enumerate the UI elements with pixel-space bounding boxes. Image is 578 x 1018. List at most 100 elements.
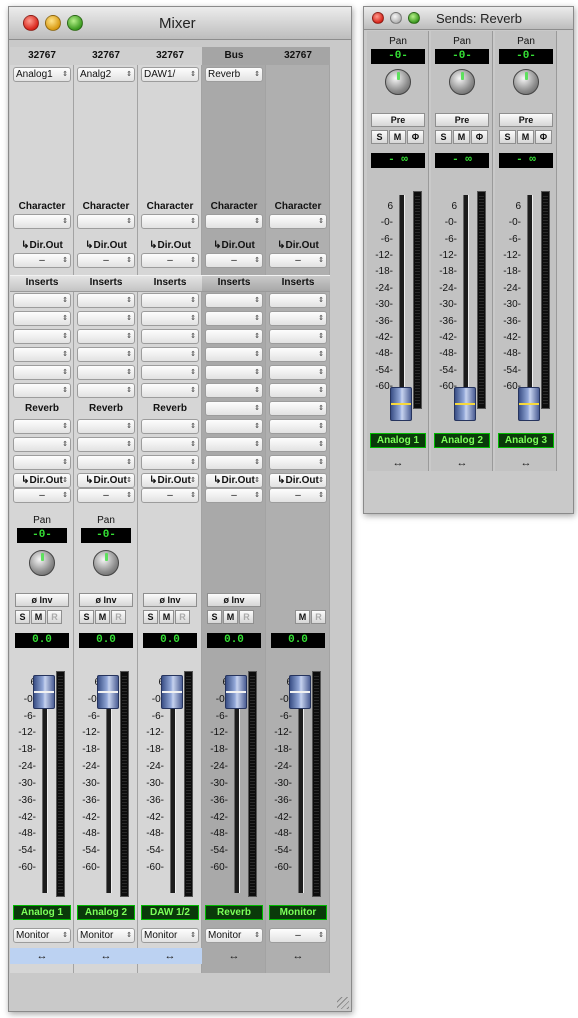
input-selector[interactable]: Analg2 ⇕ [77, 67, 135, 82]
pre-button[interactable]: Pre [499, 113, 553, 127]
stereo-link-icon[interactable]: ↔ [266, 948, 330, 964]
insert-slot[interactable]: ⇕ [77, 329, 135, 344]
solo-button[interactable]: S [79, 610, 94, 624]
resize-grip[interactable] [337, 997, 349, 1009]
send-slot[interactable]: ⇕ [77, 419, 135, 434]
insert-slot[interactable]: ⇕ [77, 347, 135, 362]
mute-button[interactable]: M [453, 130, 470, 144]
mute-button[interactable]: M [517, 130, 534, 144]
insert-slot[interactable]: ⇕ [269, 365, 327, 380]
send-slot[interactable]: ⇕ [13, 437, 71, 452]
send-slot[interactable]: ⇕ [205, 455, 263, 470]
insert-slot[interactable]: ⇕ [141, 311, 199, 326]
sends-zoom-button[interactable] [408, 12, 420, 24]
send-slot[interactable]: ⇕ [141, 455, 199, 470]
solo-button[interactable]: S [435, 130, 452, 144]
rec-button[interactable]: R [175, 610, 190, 624]
monitor-selector[interactable]: Monitor ⇕ [205, 928, 263, 943]
send-fader[interactable] [518, 387, 540, 421]
insert-slot[interactable]: ⇕ [205, 365, 263, 380]
stereo-link-icon[interactable]: ↔ [74, 948, 138, 964]
dirout-selector[interactable]: – ⇕ [13, 488, 71, 503]
insert-slot[interactable]: ⇕ [141, 383, 199, 398]
dirout-selector[interactable]: – ⇕ [269, 488, 327, 503]
insert-slot[interactable]: ⇕ [141, 329, 199, 344]
volume-fader[interactable] [97, 675, 119, 709]
phase-button[interactable]: Φ [407, 130, 424, 144]
insert-slot[interactable]: ⇕ [269, 383, 327, 398]
insert-slot[interactable]: ⇕ [269, 347, 327, 362]
insert-slot[interactable]: ⇕ [205, 311, 263, 326]
rec-button[interactable]: R [239, 610, 254, 624]
rec-button[interactable]: R [311, 610, 326, 624]
dirout-selector[interactable]: – ⇕ [205, 253, 263, 268]
send-slot[interactable]: ⇕ [13, 455, 71, 470]
mute-button[interactable]: M [95, 610, 110, 624]
sends-minimize-button[interactable] [390, 12, 402, 24]
pan-knob[interactable] [385, 69, 411, 95]
monitor-selector[interactable]: – ⇕ [269, 928, 327, 943]
phase-invert-button[interactable]: ø Inv [15, 593, 69, 607]
rec-button[interactable]: R [111, 610, 126, 624]
insert-slot[interactable]: ⇕ [205, 383, 263, 398]
send-slot[interactable]: ⇕ [269, 455, 327, 470]
phase-invert-button[interactable]: ø Inv [79, 593, 133, 607]
dirout-selector[interactable]: – ⇕ [141, 253, 199, 268]
input-selector[interactable]: Reverb ⇕ [205, 67, 263, 82]
mute-button[interactable]: M [223, 610, 238, 624]
insert-slot[interactable]: ⇕ [205, 293, 263, 308]
send-slot[interactable]: ⇕ [269, 419, 327, 434]
send-slot[interactable]: ⇕ [205, 437, 263, 452]
volume-fader[interactable] [161, 675, 183, 709]
insert-slot[interactable]: ⇕ [77, 293, 135, 308]
stereo-link-icon[interactable]: ↔ [202, 948, 266, 964]
sends-close-button[interactable] [372, 12, 384, 24]
dirout-selector[interactable]: – ⇕ [269, 253, 327, 268]
send-slot[interactable]: ⇕ [13, 419, 71, 434]
monitor-selector[interactable]: Monitor ⇕ [77, 928, 135, 943]
dirout-selector[interactable]: – ⇕ [77, 488, 135, 503]
insert-slot[interactable]: ⇕ [77, 311, 135, 326]
send-slot[interactable]: ⇕ [205, 419, 263, 434]
character-selector[interactable]: ⇕ [13, 214, 71, 229]
pan-knob[interactable] [93, 550, 119, 576]
stereo-link-icon[interactable]: ↔ [138, 948, 202, 964]
stereo-link-icon[interactable]: ↔ [10, 948, 74, 964]
solo-button[interactable]: S [371, 130, 388, 144]
dirout-selector[interactable]: – ⇕ [141, 488, 199, 503]
send-slot[interactable]: ⇕ [269, 401, 327, 416]
input-selector[interactable]: Analog1 ⇕ [13, 67, 71, 82]
monitor-selector[interactable]: Monitor ⇕ [13, 928, 71, 943]
insert-slot[interactable]: ⇕ [13, 329, 71, 344]
pan-knob[interactable] [513, 69, 539, 95]
pan-knob[interactable] [449, 69, 475, 95]
stereo-link-icon[interactable]: ↔ [495, 455, 557, 471]
solo-button[interactable]: S [15, 610, 30, 624]
mute-button[interactable]: M [159, 610, 174, 624]
insert-slot[interactable]: ⇕ [269, 311, 327, 326]
pan-knob[interactable] [29, 550, 55, 576]
character-selector[interactable]: ⇕ [77, 214, 135, 229]
send-fader[interactable] [454, 387, 476, 421]
mixer-titlebar[interactable]: Mixer [9, 7, 351, 40]
character-selector[interactable]: ⇕ [269, 214, 327, 229]
phase-invert-button[interactable]: ø Inv [207, 593, 261, 607]
send-slot[interactable]: ⇕ [77, 455, 135, 470]
send-slot[interactable]: ⇕ [141, 419, 199, 434]
stereo-link-icon[interactable]: ↔ [367, 455, 429, 471]
send-slot[interactable]: ⇕ [77, 437, 135, 452]
insert-slot[interactable]: ⇕ [205, 347, 263, 362]
character-selector[interactable]: ⇕ [205, 214, 263, 229]
insert-slot[interactable]: ⇕ [141, 347, 199, 362]
volume-fader[interactable] [33, 675, 55, 709]
send-slot[interactable]: ⇕ [141, 437, 199, 452]
insert-slot[interactable]: ⇕ [77, 383, 135, 398]
dirout-selector[interactable]: – ⇕ [13, 253, 71, 268]
minimize-button[interactable] [45, 15, 61, 31]
insert-slot[interactable]: ⇕ [77, 365, 135, 380]
pre-button[interactable]: Pre [435, 113, 489, 127]
send-slot[interactable]: ⇕ [269, 437, 327, 452]
phase-invert-button[interactable]: ø Inv [143, 593, 197, 607]
phase-button[interactable]: Φ [471, 130, 488, 144]
insert-slot[interactable]: ⇕ [13, 311, 71, 326]
